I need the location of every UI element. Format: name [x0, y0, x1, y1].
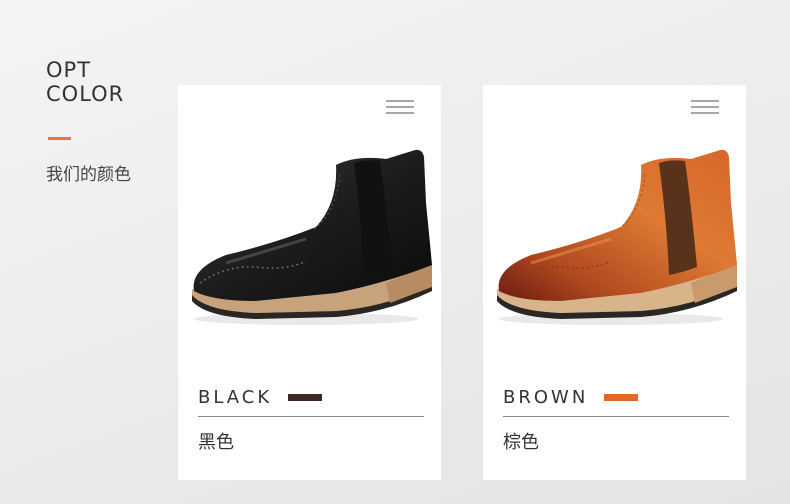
heading-line-color: COLOR	[46, 82, 125, 106]
color-name-cn: 棕色	[503, 432, 539, 453]
color-label-row: BROWN	[503, 387, 729, 408]
color-name-cn: 黑色	[198, 432, 234, 453]
color-swatch	[288, 394, 323, 401]
black-boot-image	[192, 149, 432, 325]
hamburger-menu-icon[interactable]	[691, 100, 719, 114]
color-label-row: BLACK	[198, 387, 424, 408]
color-card-brown[interactable]: BROWN 棕色	[483, 85, 746, 480]
accent-divider	[48, 137, 71, 140]
color-card-black[interactable]: BLACK 黑色	[178, 85, 441, 480]
heading-line-opt: OPT	[46, 58, 92, 82]
section-heading: OPT COLOR	[46, 58, 124, 106]
section-subtitle: 我们的颜色	[46, 165, 131, 185]
color-name-en: BLACK	[198, 387, 273, 408]
brown-boot-image	[497, 149, 737, 325]
divider-line	[503, 416, 729, 417]
divider-line	[198, 416, 424, 417]
hamburger-menu-icon[interactable]	[386, 100, 414, 114]
color-name-en: BROWN	[503, 387, 589, 408]
color-swatch	[604, 394, 639, 401]
